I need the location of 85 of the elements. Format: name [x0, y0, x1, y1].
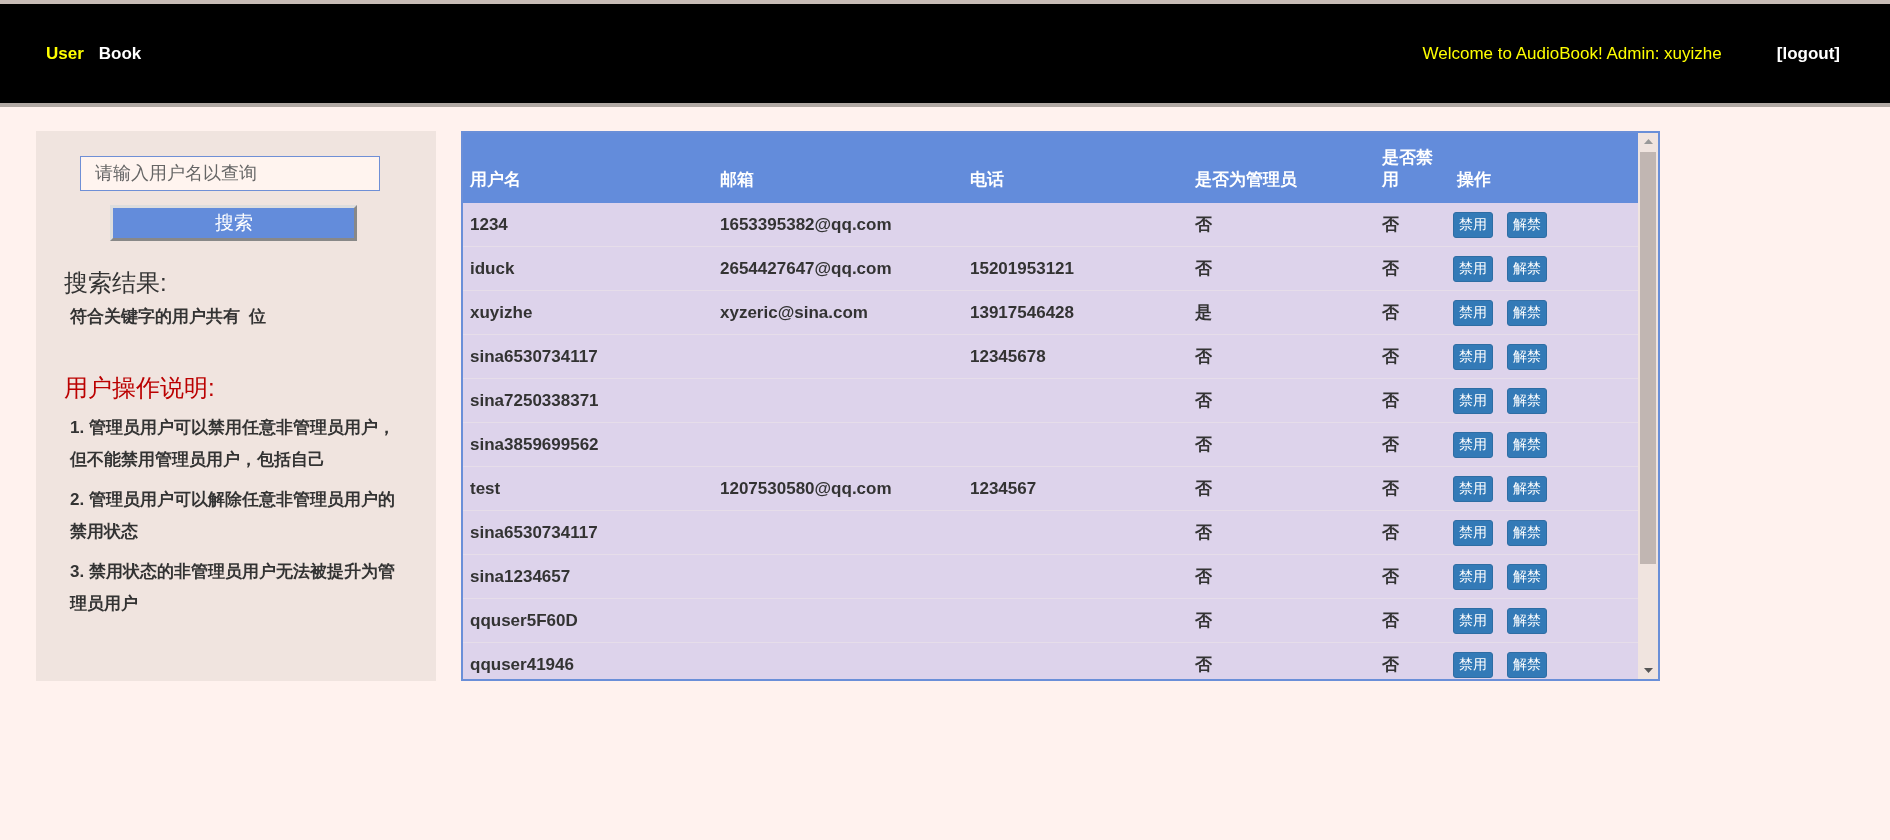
table-cell-text: 否: [1195, 654, 1212, 676]
column-header: 操作: [1457, 169, 1491, 191]
unban-button[interactable]: 解禁: [1507, 255, 1547, 282]
table-cell: xyzeric@sina.com: [720, 302, 868, 323]
ban-button[interactable]: 禁用: [1453, 519, 1493, 546]
help-item: 3. 禁用状态的非管理员用户无法被提升为管理员用户: [70, 561, 395, 615]
table-cell: test: [470, 478, 501, 499]
table-cell-text: 否: [1382, 302, 1399, 324]
table-cell: qquser5F60D: [470, 610, 578, 631]
scroll-down-icon[interactable]: [1643, 668, 1653, 673]
table-cell-text: 否: [1195, 258, 1212, 280]
unban-button[interactable]: 解禁: [1507, 387, 1547, 414]
unban-button[interactable]: 解禁: [1507, 519, 1547, 546]
table-cell-text: 否: [1382, 346, 1399, 368]
table-cell-text: 否: [1382, 610, 1399, 632]
search-field[interactable]: 请输入用户名以查询: [80, 156, 380, 191]
column-header: 邮箱: [720, 169, 754, 191]
result-text: 符合关键字的用户共有 位: [70, 306, 268, 328]
ban-button[interactable]: 禁用: [1453, 255, 1493, 282]
table-cell-text: 否: [1382, 478, 1399, 500]
column-header: 是否禁用: [1382, 147, 1434, 191]
result-heading: 搜索结果:: [64, 268, 168, 298]
table-cell-text: 否: [1382, 522, 1399, 544]
table-cell-text: 否: [1195, 214, 1212, 236]
table-cell-text: 否: [1382, 258, 1399, 280]
table-cell: 13917546428: [970, 302, 1074, 323]
table-cell-text: 是: [1195, 302, 1212, 324]
table-cell: sina6530734117: [470, 522, 598, 543]
unban-button[interactable]: 解禁: [1507, 563, 1547, 590]
help-heading: 用户操作说明:: [64, 373, 216, 403]
search-button[interactable]: 搜索: [110, 205, 357, 241]
table-cell: iduck: [470, 258, 515, 279]
ban-button[interactable]: 禁用: [1453, 387, 1493, 414]
help-item: 1. 管理员用户可以禁用任意非管理员用户，但不能禁用管理员用户，包括自己: [70, 417, 395, 471]
scrollbar[interactable]: [1638, 133, 1658, 679]
table-cell-text: 否: [1195, 522, 1212, 544]
unban-button[interactable]: 解禁: [1507, 651, 1547, 678]
table-cell: 1653395382@qq.com: [720, 214, 892, 235]
table-cell-text: 否: [1195, 390, 1212, 412]
logout-link[interactable]: [logout]: [1776, 43, 1840, 64]
table-cell: xuyizhe: [470, 302, 533, 323]
table-cell-text: 否: [1382, 566, 1399, 588]
welcome-text: Welcome to AudioBook! Admin: xuyizhe: [1422, 43, 1722, 64]
table-cell-text: 否: [1195, 478, 1212, 500]
scroll-up-icon[interactable]: [1643, 139, 1653, 144]
column-header: 电话: [970, 169, 1004, 191]
nav-link[interactable]: Book: [98, 43, 142, 64]
table-cell: sina1234657: [470, 566, 571, 587]
ban-button[interactable]: 禁用: [1453, 431, 1493, 458]
table-cell-text: 否: [1382, 654, 1399, 676]
ban-button[interactable]: 禁用: [1453, 299, 1493, 326]
ban-button[interactable]: 禁用: [1453, 563, 1493, 590]
ban-button[interactable]: 禁用: [1453, 211, 1493, 238]
unban-button[interactable]: 解禁: [1507, 343, 1547, 370]
table-cell: 1234567: [970, 478, 1037, 499]
unban-button[interactable]: 解禁: [1507, 299, 1547, 326]
ban-button[interactable]: 禁用: [1453, 475, 1493, 502]
unban-button[interactable]: 解禁: [1507, 475, 1547, 502]
table-cell-text: 否: [1195, 566, 1212, 588]
table-cell-text: 否: [1382, 390, 1399, 412]
column-header: 用户名: [470, 169, 521, 191]
table-cell: 1207530580@qq.com: [720, 478, 892, 499]
table-cell: sina6530734117: [470, 346, 598, 367]
column-header: 是否为管理员: [1195, 169, 1297, 191]
ban-button[interactable]: 禁用: [1453, 607, 1493, 634]
nav-link[interactable]: User: [46, 43, 84, 64]
table-cell-text: 否: [1195, 434, 1212, 456]
unban-button[interactable]: 解禁: [1507, 607, 1547, 634]
unban-button[interactable]: 解禁: [1507, 211, 1547, 238]
table-cell: sina7250338371: [470, 390, 599, 411]
table-cell-text: 否: [1382, 434, 1399, 456]
ban-button[interactable]: 禁用: [1453, 651, 1493, 678]
table-cell: 2654427647@qq.com: [720, 258, 892, 279]
ban-button[interactable]: 禁用: [1453, 343, 1493, 370]
help-item: 2. 管理员用户可以解除任意非管理员用户的禁用状态: [70, 489, 395, 543]
table-cell: 15201953121: [970, 258, 1074, 279]
table-cell-text: 否: [1195, 610, 1212, 632]
table-cell: 12345678: [970, 346, 1046, 367]
table-cell: sina3859699562: [470, 434, 599, 455]
table-cell-text: 否: [1195, 346, 1212, 368]
table-cell-text: 否: [1382, 214, 1399, 236]
table-cell: qquser41946: [470, 654, 574, 675]
unban-button[interactable]: 解禁: [1507, 431, 1547, 458]
table-cell: 1234: [470, 214, 508, 235]
scroll-thumb[interactable]: [1640, 152, 1656, 564]
